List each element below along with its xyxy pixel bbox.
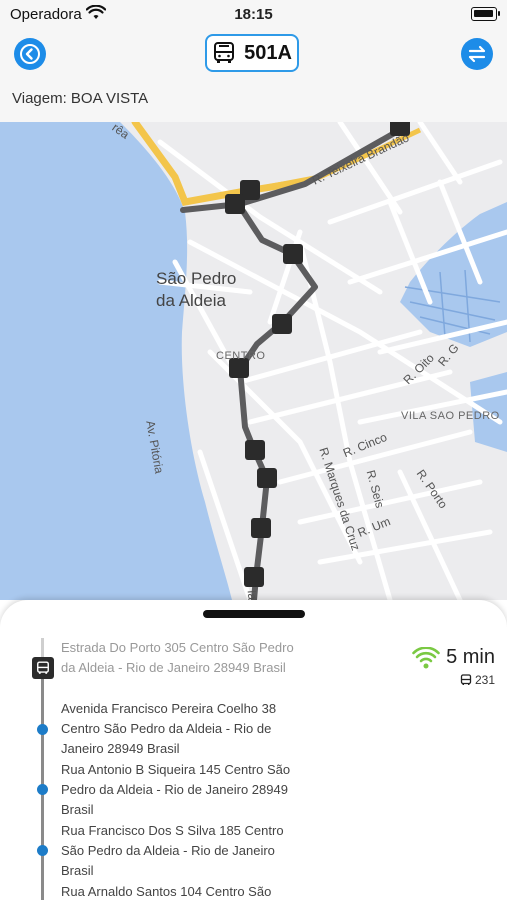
swap-arrows-icon <box>468 45 486 63</box>
route-map[interactable]: rêa São Pedro da Aldeia CENTRO VILA SAO … <box>0 122 507 600</box>
map-label-centro: CENTRO <box>216 350 266 362</box>
map-stop-marker[interactable] <box>225 194 245 214</box>
stop-dot <box>37 784 48 795</box>
stop-item[interactable]: Rua Antonio B Siqueira 145 Centro São Pe… <box>61 760 301 820</box>
vehicle-id: 231 <box>474 673 495 687</box>
stop-dot <box>37 724 48 735</box>
stop-item[interactable]: Rua Arnaldo Santos 104 Centro São <box>61 882 301 900</box>
map-label-vila: VILA SAO PEDRO <box>401 410 500 422</box>
map-stop-marker[interactable] <box>251 518 271 538</box>
bus-icon <box>214 42 235 63</box>
vehicle-number: 231 <box>385 673 495 687</box>
route-number: 501A <box>244 41 292 64</box>
eta-time: 5 min <box>446 646 495 668</box>
swap-direction-button[interactable] <box>461 38 493 70</box>
stop-item[interactable]: Estrada Do Porto 305 Centro São Pedro da… <box>61 638 301 678</box>
map-stop-marker[interactable] <box>272 314 292 334</box>
trip-label: Viagem: BOA VISTA <box>12 90 149 107</box>
eta-panel: 5 min 231 <box>385 646 495 687</box>
header: 501A Viagem: BOA VISTA <box>0 28 507 122</box>
back-button[interactable] <box>14 38 46 70</box>
current-bus-marker <box>32 657 54 679</box>
status-time: 18:15 <box>234 6 273 23</box>
bus-icon <box>460 674 472 685</box>
bus-icon <box>37 661 49 674</box>
stops-sheet[interactable]: Estrada Do Porto 305 Centro São Pedro da… <box>0 600 507 900</box>
stop-item[interactable]: Avenida Francisco Pereira Coelho 38 Cent… <box>61 699 301 759</box>
battery-icon <box>471 7 500 21</box>
signal-icon <box>412 646 440 668</box>
map-stop-marker[interactable] <box>257 468 277 488</box>
arrow-left-icon <box>20 44 40 64</box>
map-stop-marker[interactable] <box>245 440 265 460</box>
map-stop-marker[interactable] <box>244 567 264 587</box>
stop-item[interactable]: Rua Francisco Dos S Silva 185 Centro São… <box>61 821 301 881</box>
sheet-drag-handle[interactable] <box>203 610 305 618</box>
route-badge: 501A <box>205 34 299 72</box>
stop-dot <box>37 845 48 856</box>
map-stop-marker[interactable] <box>283 244 303 264</box>
map-label-city: São Pedro da Aldeia <box>156 269 237 310</box>
map-label-partial: Ia <box>244 589 260 600</box>
status-bar: Operadora 18:15 <box>0 0 507 28</box>
